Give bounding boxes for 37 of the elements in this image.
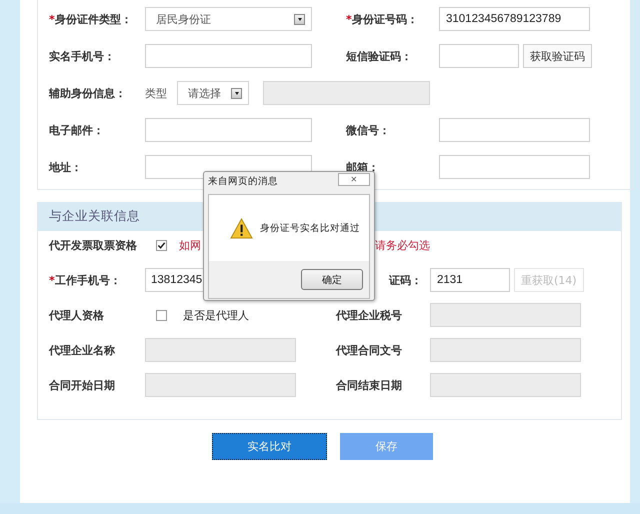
input-field[interactable]	[439, 155, 590, 179]
verify-button[interactable]: 实名比对	[212, 433, 327, 460]
field-label: 地址：	[49, 160, 83, 174]
field-label: *身份证号码：	[346, 12, 419, 26]
hint-text: 请务必勾选	[375, 238, 430, 252]
field-label: 实名手机号：	[49, 48, 116, 64]
checkbox[interactable]	[156, 240, 167, 250]
input-field[interactable]: 310123456789123789	[439, 7, 590, 31]
checkbox[interactable]	[156, 310, 167, 320]
input-field[interactable]: 2131	[430, 268, 510, 292]
input-field[interactable]	[439, 44, 519, 68]
field-label: *工作手机号：	[49, 272, 122, 288]
field-label: 代理企业名称	[49, 342, 116, 358]
field-label: 代理人资格	[49, 308, 105, 322]
warning-icon	[230, 218, 253, 238]
input-field[interactable]	[439, 118, 590, 142]
input-field[interactable]	[145, 44, 312, 68]
field-label: 辅助身份信息：	[49, 86, 127, 100]
ok-button[interactable]: 确定	[301, 269, 363, 290]
field-label: 短信验证码：	[346, 48, 413, 64]
checkbox-label: 是否是代理人	[183, 308, 249, 322]
field-label: 合同开始日期	[49, 378, 116, 392]
type-label: 类型	[145, 86, 167, 100]
field-label: 合同结束日期	[336, 378, 403, 392]
field-label: 代开发票取票资格	[49, 238, 138, 252]
close-button[interactable]: ✕	[338, 172, 370, 186]
field-label: *身份证件类型：	[49, 12, 133, 26]
dialog-title: 来自网页的消息	[208, 175, 278, 188]
input-field[interactable]	[145, 118, 312, 142]
field-label: 电子邮件：	[49, 122, 105, 138]
get-code-button[interactable]: 获取验证码	[523, 44, 592, 68]
field-label: 微信号：	[346, 122, 391, 138]
field-label: 证码：	[389, 272, 422, 288]
id-type-dropdown[interactable]: 居民身份证	[145, 7, 312, 31]
hint-text: 如网	[179, 238, 201, 252]
field-label: 代理企业税号	[336, 308, 403, 322]
field-label: 代理合同文号	[336, 342, 403, 358]
